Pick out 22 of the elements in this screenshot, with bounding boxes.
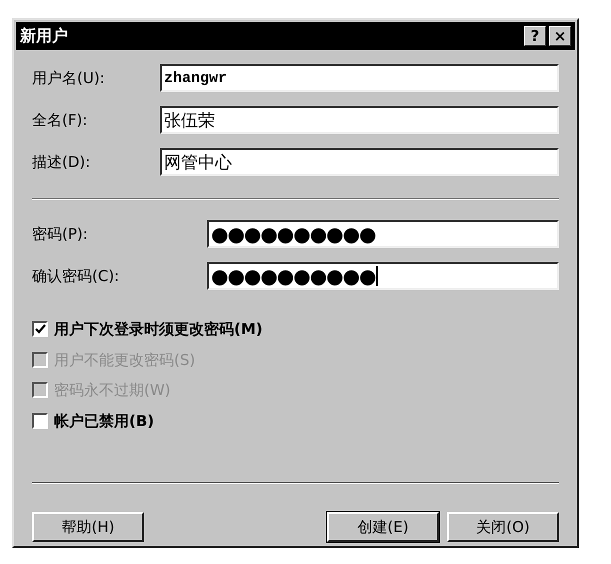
checkbox[interactable] [32, 321, 48, 338]
window-title: 新用户 [20, 25, 68, 47]
checkbox-label: 用户不能更改密码(S) [54, 350, 196, 370]
password-field[interactable]: ●●●●●●●●●● [207, 220, 559, 248]
checkbox-label: 密码永不过期(W) [54, 380, 171, 401]
close-button[interactable]: × [549, 26, 571, 46]
dialog-button[interactable]: 帮助(H) [32, 512, 144, 542]
field-label: 用户名(U): [32, 68, 106, 89]
field-label: 密码(P): [32, 224, 89, 245]
field-label: 确认密码(C): [32, 266, 120, 287]
input-field[interactable]: 张伍荣 [160, 106, 559, 134]
password-field[interactable]: ●●●●●●●●●● [207, 262, 559, 290]
checkbox-label: 帐户已禁用(B) [54, 410, 154, 432]
input-field[interactable]: zhangwr [160, 64, 559, 92]
field-label: 描述(D): [32, 152, 92, 173]
dialog-button[interactable]: 创建(E) [327, 512, 439, 542]
checkbox-label: 用户下次登录时须更改密码(M) [54, 319, 263, 340]
help-button[interactable]: ? [524, 26, 546, 46]
input-field[interactable]: 网管中心 [160, 148, 559, 176]
field-label: 全名(F): [32, 110, 88, 131]
checkbox[interactable] [32, 412, 48, 429]
dialog-button[interactable]: 关闭(O) [447, 512, 559, 542]
